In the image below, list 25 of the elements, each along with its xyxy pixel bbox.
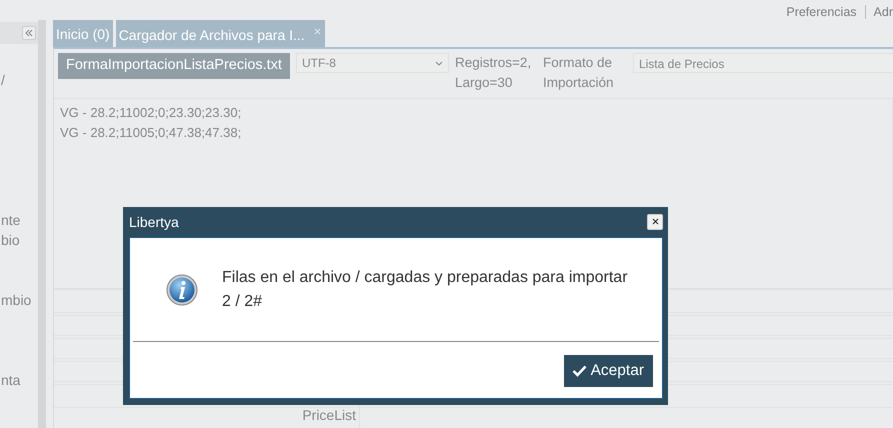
encoding-select[interactable]: UTF-8 <box>296 53 449 73</box>
sidebar-label: / <box>1 71 5 90</box>
file-line: VG - 28.2;11002;0;23.30;23.30; <box>60 104 242 122</box>
file-button[interactable]: FormaImportacionListaPrecios.txt <box>58 53 290 79</box>
sidebar-label: mbio <box>1 291 32 310</box>
format-label: Formato de Importación <box>542 54 615 92</box>
tab[interactable]: Inicio (0) <box>53 20 113 47</box>
accept-button[interactable]: Aceptar <box>564 355 653 387</box>
sidebar-label: nte <box>1 211 20 230</box>
close-button[interactable] <box>647 214 663 230</box>
record-count: Registros=2, Largo=30 <box>454 54 532 92</box>
sidebar-label: nta <box>1 371 20 390</box>
dialog-title: Libertya <box>129 212 179 232</box>
header-link[interactable]: Adr <box>874 2 893 22</box>
caret-icon <box>434 60 443 66</box>
tab[interactable]: Cargador de Archivos para I... <box>116 20 325 47</box>
file-line: VG - 28.2;11005;0;47.38;47.38; <box>60 124 242 142</box>
info-icon <box>166 274 198 306</box>
format-field[interactable]: Lista de Precios <box>632 53 893 73</box>
check-icon <box>572 365 587 377</box>
close-icon <box>652 218 658 225</box>
sidebar-label: bio <box>1 231 20 250</box>
double-chevron-icon <box>25 28 33 37</box>
collapse-button[interactable] <box>22 26 36 40</box>
header-link[interactable]: Preferencias <box>786 2 857 22</box>
